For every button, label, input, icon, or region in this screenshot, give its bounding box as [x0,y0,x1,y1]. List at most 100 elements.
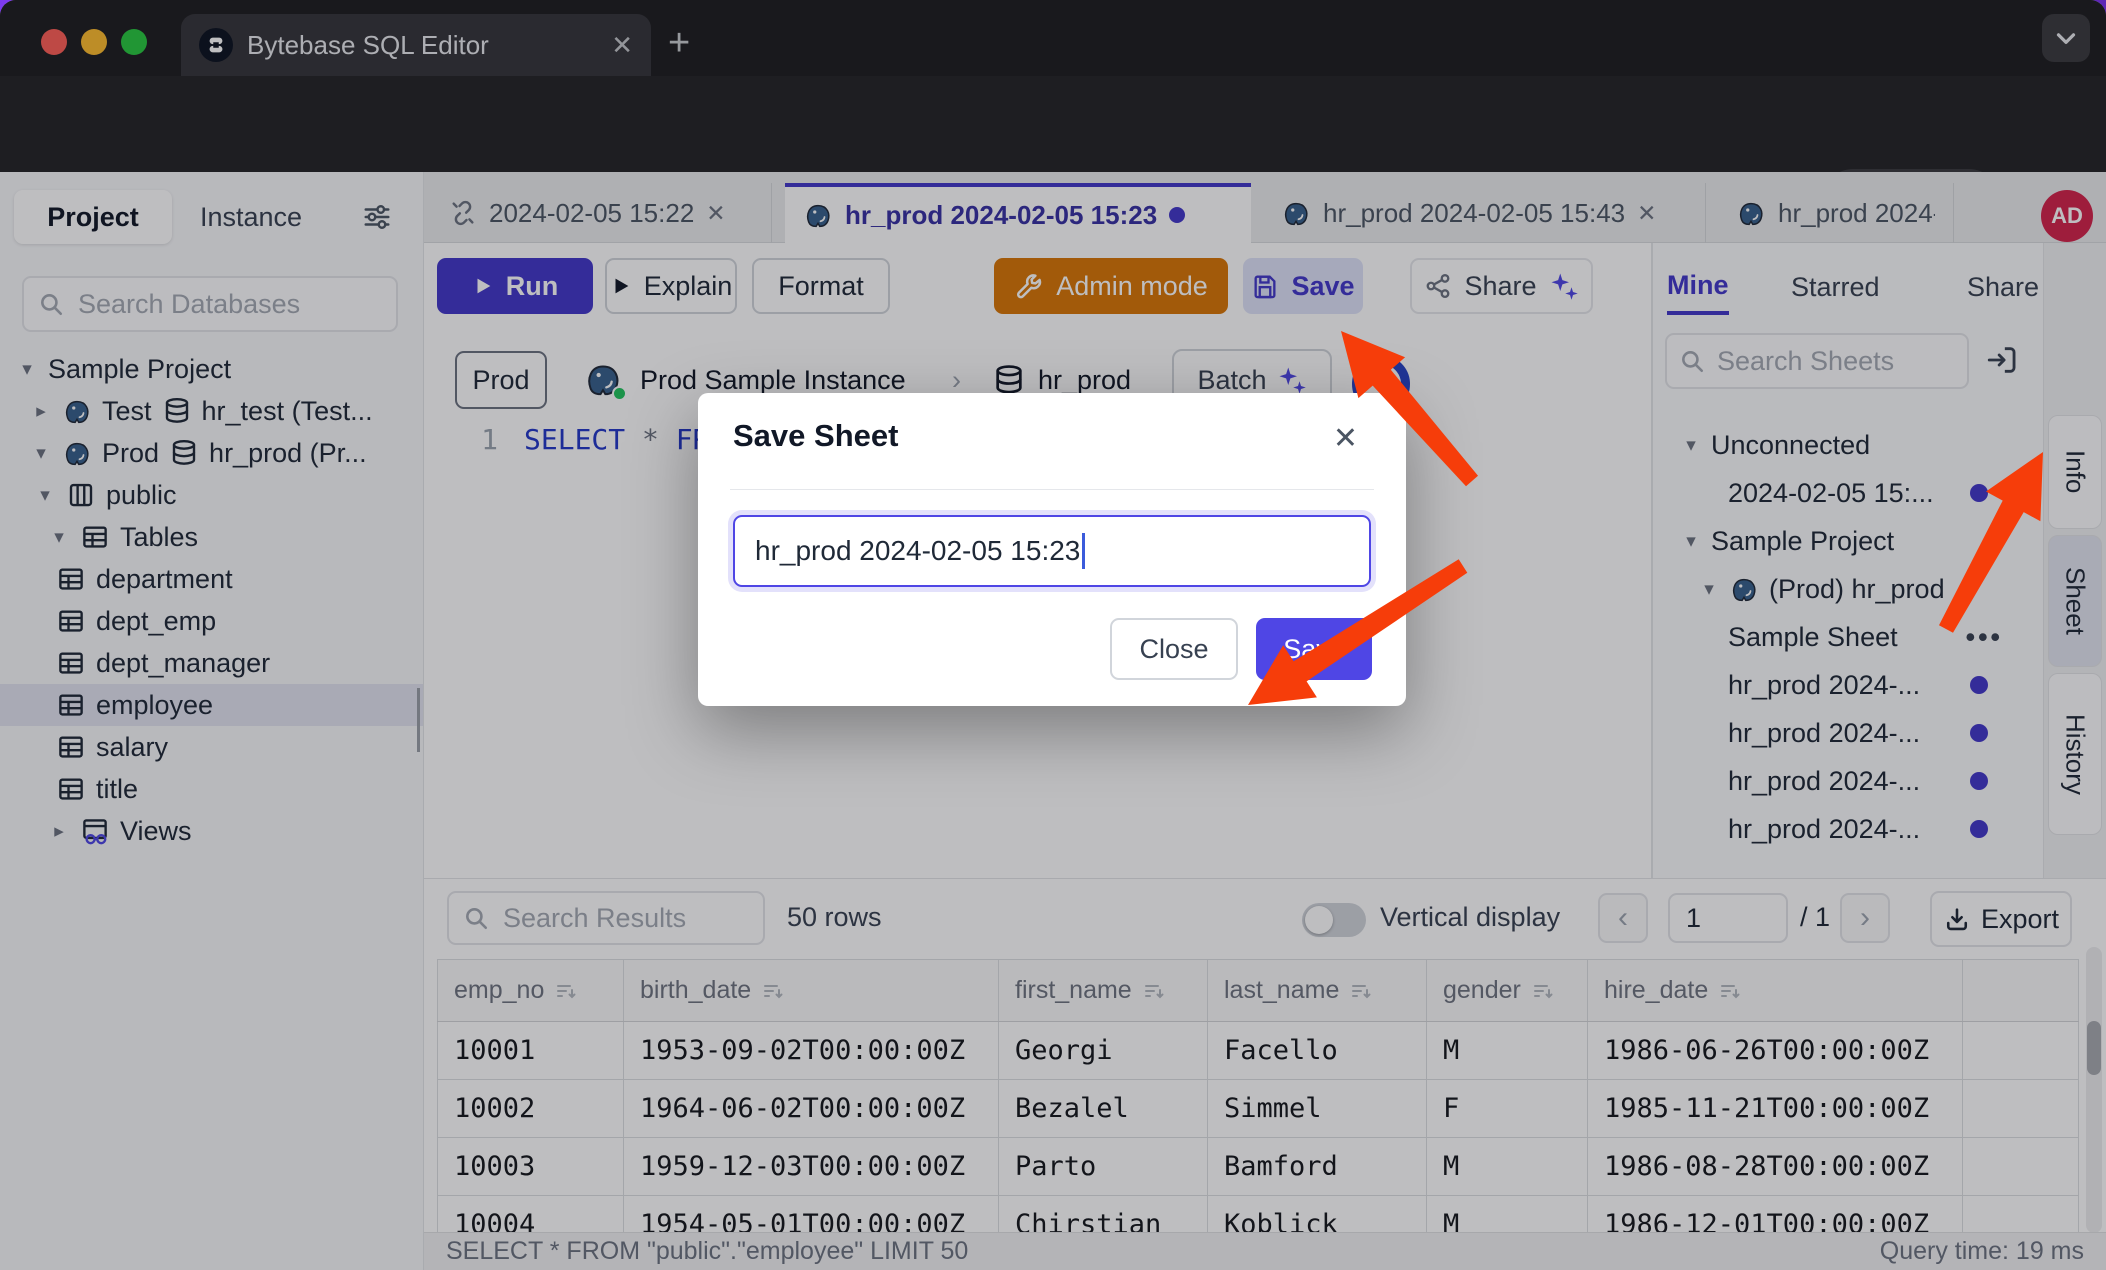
prev-page-button[interactable]: ‹ [1598,893,1648,943]
import-sheet-icon[interactable] [1985,343,2019,377]
tree-item-public[interactable]: ▾public [0,474,423,516]
avatar[interactable]: AD [2041,190,2093,242]
sheet-item--prod-hr-prod[interactable]: ▾(Prod) hr_prod [1653,565,2043,613]
caret-right-icon[interactable]: ▸ [30,400,52,423]
column-header-gender[interactable]: gender [1427,960,1588,1022]
sheet-item-hr-prod-2024-[interactable]: hr_prod 2024-... [1653,805,2043,853]
rail-tab-info[interactable]: Info [2048,415,2102,529]
caret-right-icon[interactable]: ▸ [48,820,70,843]
admin-mode-button[interactable]: Admin mode [994,258,1228,314]
database-search-input[interactable] [76,288,382,321]
sheet-item-sample-project[interactable]: ▾Sample Project [1653,517,2043,565]
sheet-name-input[interactable]: hr_prod 2024-02-05 15:23 [733,515,1371,587]
sort-icon[interactable] [1349,979,1373,1003]
traffic-close-button[interactable] [41,29,67,55]
editor-tab-1[interactable]: 2024-02-05 15:22✕ [431,183,772,243]
editor-tab-3[interactable]: hr_prod 2024-02-05 15:43✕ [1263,183,1706,243]
results-scrollbar[interactable] [2086,947,2102,1232]
export-button[interactable]: Export [1930,891,2072,947]
tree-item-dept-manager[interactable]: dept_manager [0,642,423,684]
rail-tab-history[interactable]: History [2048,673,2102,835]
rail-tab-sheet[interactable]: Sheet [2048,535,2102,667]
sheet-item-hr-prod-2024-[interactable]: hr_prod 2024-... [1653,709,2043,757]
sheet-tab-starred[interactable]: Starred [1791,259,1880,315]
editor-tab-4[interactable]: hr_prod 2024-0 [1718,183,1954,243]
postgres-icon [62,396,92,426]
dialog-close-icon[interactable]: ✕ [1333,421,1358,456]
column-header-hire_date[interactable]: hire_date [1588,960,1963,1022]
run-button[interactable]: Run [437,258,593,314]
tab-project[interactable]: Project [14,190,172,244]
table-row[interactable]: 100011953-09-02T00:00:00ZGeorgiFacelloM1… [438,1022,2079,1080]
format-button[interactable]: Format [752,258,890,314]
tab-search-button[interactable] [2042,14,2090,62]
tree-item-salary[interactable]: salary [0,726,423,768]
tree-item-employee[interactable]: employee [0,684,423,726]
caret-down-icon[interactable]: ▾ [1699,578,1719,601]
table-row[interactable]: 100031959-12-03T00:00:00ZPartoBamfordM19… [438,1138,2079,1196]
filter-sliders-icon[interactable] [360,202,394,232]
sheet-item-hr-prod-2024-[interactable]: hr_prod 2024-... [1653,757,2043,805]
next-page-button[interactable]: › [1840,893,1890,943]
sheet-item-sample-sheet[interactable]: Sample Sheet••• [1653,613,2043,661]
sheet-search-box[interactable] [1665,333,1969,389]
close-tab-icon[interactable]: ✕ [706,200,725,227]
explain-button[interactable]: Explain [605,258,737,314]
tree-item-dept-emp[interactable]: dept_emp [0,600,423,642]
column-header-first_name[interactable]: first_name [999,960,1208,1022]
results-search-box[interactable] [447,891,765,945]
sheet-tab-mine[interactable]: Mine [1667,259,1729,315]
sheet-item-hr-prod-2024-[interactable]: hr_prod 2024-... [1653,661,2043,709]
sort-icon[interactable] [554,979,578,1003]
vertical-display-toggle[interactable] [1302,903,1366,937]
caret-down-icon[interactable]: ▾ [48,526,70,549]
tree-item-department[interactable]: department [0,558,423,600]
browser-tab[interactable]: Bytebase SQL Editor ✕ [181,14,651,76]
tree-item-prod[interactable]: ▾Prodhr_prod (Pr... [0,432,423,474]
item-menu-icon[interactable]: ••• [1966,622,2003,653]
page-number-input[interactable] [1668,893,1788,943]
sort-icon[interactable] [1142,979,1166,1003]
database-search-box[interactable] [22,276,398,332]
sheet-search-input[interactable] [1715,345,1955,378]
caret-down-icon[interactable]: ▾ [1681,434,1701,457]
unsaved-dot [1970,820,1988,838]
environment-chip[interactable]: Prod [455,351,547,409]
sort-icon[interactable] [1718,979,1742,1003]
save-sheet-button[interactable]: Save [1243,258,1363,314]
dialog-close-button[interactable]: Close [1110,618,1238,680]
tree-item-title[interactable]: title [0,768,423,810]
tree-item-tables[interactable]: ▾Tables [0,516,423,558]
traffic-minimize-button[interactable] [81,29,107,55]
sort-icon[interactable] [761,979,785,1003]
column-header-last_name[interactable]: last_name [1208,960,1427,1022]
results-search-input[interactable] [501,902,749,935]
column-header-birth_date[interactable]: birth_date [624,960,999,1022]
column-header-emp_no[interactable]: emp_no [438,960,624,1022]
search-icon [1679,348,1705,374]
dialog-save-button[interactable]: Save [1256,618,1372,680]
traffic-zoom-button[interactable] [121,29,147,55]
sheet-list: ▾Unconnected2024-02-05 15:...▾Sample Pro… [1653,421,2043,853]
tree-item-sample-project[interactable]: ▾Sample Project [0,348,423,390]
tree-item-test[interactable]: ▸Testhr_test (Test... [0,390,423,432]
caret-down-icon[interactable]: ▾ [30,442,52,465]
sheet-tab-share[interactable]: Share [1967,259,2039,315]
tree-item-views[interactable]: ▸Views [0,810,423,852]
share-button[interactable]: Share [1410,258,1593,314]
unlink-icon [449,199,477,227]
tab-instance[interactable]: Instance [200,190,302,244]
close-tab-icon[interactable]: ✕ [1637,200,1656,227]
sort-icon[interactable] [1531,979,1555,1003]
new-tab-button[interactable]: + [668,22,690,65]
sheet-item-2024-02-05-15-[interactable]: 2024-02-05 15:... [1653,469,2043,517]
table-cell: F [1427,1080,1588,1138]
editor-tab-2[interactable]: hr_prod 2024-02-05 15:23 [785,183,1251,243]
table-row[interactable]: 100021964-06-02T00:00:00ZBezalelSimmelF1… [438,1080,2079,1138]
tab-close-icon[interactable]: ✕ [611,30,633,61]
caret-down-icon[interactable]: ▾ [16,358,38,381]
table-row[interactable]: 100041954-05-01T00:00:00ZChirstianKoblic… [438,1196,2079,1233]
caret-down-icon[interactable]: ▾ [34,484,56,507]
sheet-item-unconnected[interactable]: ▾Unconnected [1653,421,2043,469]
caret-down-icon[interactable]: ▾ [1681,530,1701,553]
